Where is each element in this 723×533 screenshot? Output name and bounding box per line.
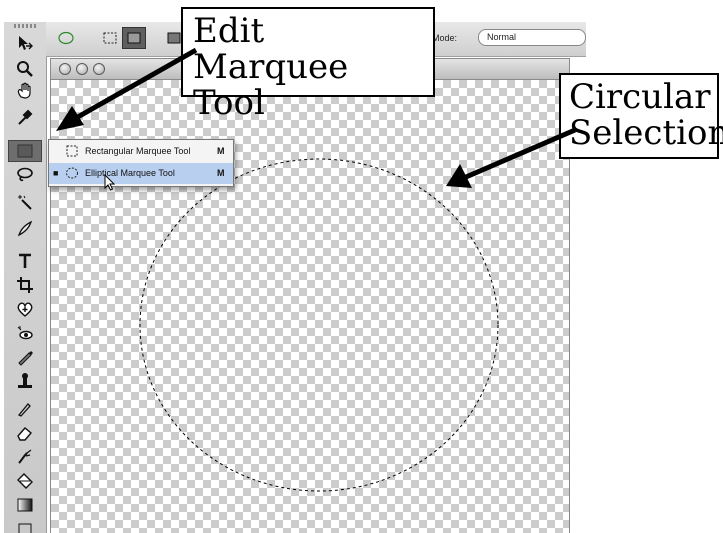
screenshot-stage: Mode: Normal Rectangular Marquee Tool M … xyxy=(0,0,723,533)
subtract-selection-icon xyxy=(167,32,181,44)
crop-tool[interactable] xyxy=(8,274,42,296)
rectangle-icon xyxy=(18,523,32,533)
selection-mode-icon xyxy=(127,32,141,44)
eyedropper-icon xyxy=(18,109,33,125)
ellipse-marquee-icon xyxy=(66,167,78,179)
panel-grip[interactable] xyxy=(14,24,36,28)
callout-edit-marquee-tool: Edit Marquee Tool xyxy=(181,7,435,121)
type-icon xyxy=(19,253,31,268)
callout-line: Tool xyxy=(193,83,265,123)
brush-icon xyxy=(17,220,33,237)
circular-selection xyxy=(139,158,499,492)
minimize-window-button[interactable] xyxy=(76,63,88,75)
mode-label: Mode: xyxy=(432,33,458,43)
menu-item-rectangular-marquee[interactable]: Rectangular Marquee Tool M xyxy=(49,141,233,162)
move-icon xyxy=(19,36,33,50)
paint-bucket-icon xyxy=(17,473,33,489)
marquee-tool[interactable] xyxy=(8,140,42,162)
lasso-icon xyxy=(17,167,33,182)
quick-selection-tool[interactable] xyxy=(8,218,42,240)
callout-line: Circular xyxy=(569,77,711,117)
tools-panel xyxy=(4,22,47,533)
smudge-icon xyxy=(18,449,32,464)
callout-line: Selection xyxy=(569,113,723,153)
menu-item-shortcut: M xyxy=(217,168,225,178)
close-window-button[interactable] xyxy=(59,63,71,75)
rectangle-marquee-icon xyxy=(103,32,117,44)
magic-wand-icon xyxy=(18,195,32,210)
zoom-window-button[interactable] xyxy=(93,63,105,75)
history-brush-tool[interactable] xyxy=(8,398,42,420)
extra-tool[interactable] xyxy=(8,518,42,533)
mode-select[interactable]: Normal xyxy=(478,29,586,46)
hand-tool[interactable] xyxy=(8,80,42,102)
callout-line: Edit Marquee xyxy=(193,11,349,87)
new-selection-button[interactable] xyxy=(98,27,122,49)
eraser-icon xyxy=(17,427,32,441)
magic-wand-tool[interactable] xyxy=(8,192,42,214)
clone-stamp-tool[interactable] xyxy=(8,370,42,392)
eyedropper-tool[interactable] xyxy=(8,106,42,128)
add-selection-button[interactable] xyxy=(122,27,146,49)
callout-circular-selection: Circular Selection xyxy=(559,73,723,159)
zoom-tool[interactable] xyxy=(8,58,42,80)
tool-preset-picker[interactable] xyxy=(54,27,78,49)
red-eye-tool[interactable] xyxy=(8,322,42,344)
pen-icon xyxy=(17,403,31,417)
red-eye-icon xyxy=(17,326,33,340)
smudge-tool[interactable] xyxy=(8,446,42,468)
zoom-icon xyxy=(17,61,33,77)
move-tool[interactable] xyxy=(8,32,42,54)
healing-icon xyxy=(17,302,33,317)
menu-item-check: ■ xyxy=(53,168,59,178)
gradient-icon xyxy=(17,498,33,512)
rectangle-marquee-icon xyxy=(66,145,78,157)
menu-item-label: Elliptical Marquee Tool xyxy=(85,168,175,178)
menu-item-shortcut: M xyxy=(217,146,225,156)
menu-item-elliptical-marquee[interactable]: ■ Elliptical Marquee Tool M xyxy=(49,163,233,184)
lasso-tool[interactable] xyxy=(8,164,42,186)
marquee-tool-flyout: Rectangular Marquee Tool M ■ Elliptical … xyxy=(48,139,234,187)
ellipse-marquee-icon xyxy=(58,31,74,45)
paint-bucket-tool[interactable] xyxy=(8,470,42,492)
healing-brush-tool[interactable] xyxy=(8,298,42,320)
crop-icon xyxy=(17,277,33,293)
eraser-tool[interactable] xyxy=(8,422,42,444)
gradient-tool[interactable] xyxy=(8,494,42,516)
brush-tool[interactable] xyxy=(8,346,42,368)
menu-item-label: Rectangular Marquee Tool xyxy=(85,146,191,156)
hand-icon xyxy=(17,82,31,99)
type-tool[interactable] xyxy=(8,250,42,272)
mouse-cursor-icon xyxy=(104,174,116,191)
pencil-brush-icon xyxy=(18,351,33,366)
marquee-icon xyxy=(17,144,33,158)
stamp-icon xyxy=(18,373,32,388)
